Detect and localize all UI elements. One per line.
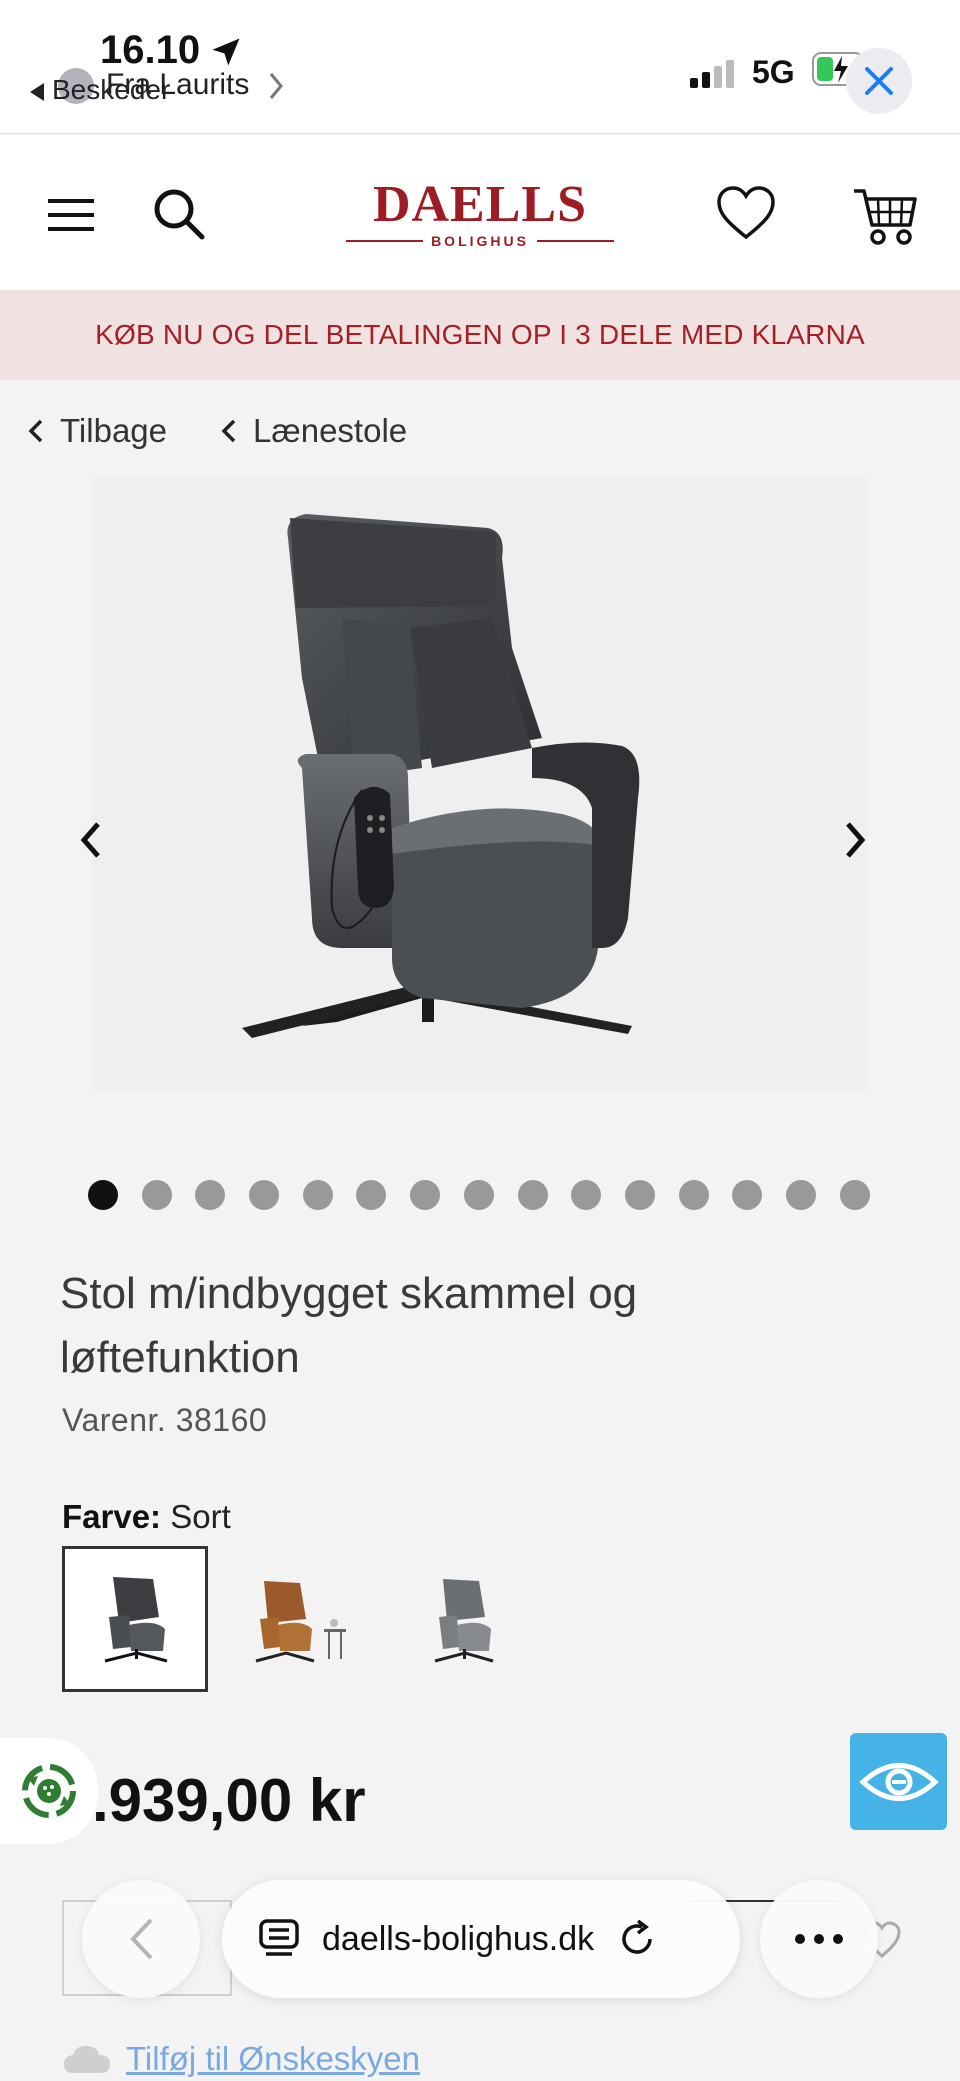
pagination-dot[interactable] <box>517 1180 548 1210</box>
pagination-dot[interactable] <box>195 1180 226 1210</box>
logo-wordmark: DAELLS <box>372 176 588 233</box>
chevron-left-icon <box>221 419 236 443</box>
color-swatch-graa[interactable] <box>390 1546 536 1692</box>
product-sku: Varenr. 38160 <box>62 1402 268 1438</box>
swatch-chair-black-image <box>104 1577 168 1663</box>
network-type: 5G <box>752 54 795 90</box>
pagination-dot[interactable] <box>88 1180 118 1210</box>
pagination-dot[interactable] <box>732 1180 763 1210</box>
color-swatch-cognac[interactable] <box>226 1546 372 1692</box>
swatch-chair-cognac-image <box>255 1581 346 1663</box>
browser-back-button[interactable] <box>82 1880 200 1998</box>
klarna-promo-banner[interactable]: KØB NU OG DEL BETALINGEN OP I 3 DELE MED… <box>0 290 960 380</box>
from-label[interactable]: Fra Laurits <box>106 68 249 102</box>
reload-icon[interactable] <box>616 1918 658 1960</box>
chevron-left-icon <box>130 1918 153 1960</box>
product-image[interactable] <box>92 478 868 1090</box>
eco-widget-button[interactable] <box>0 1738 98 1844</box>
pagination-dot[interactable] <box>410 1180 441 1210</box>
pagination-dot[interactable] <box>785 1180 816 1210</box>
wishlist-heart-icon[interactable] <box>716 185 776 241</box>
product-title: Stol m/indbygget skammel og løftefunktio… <box>60 1269 638 1382</box>
eye-icon <box>858 1762 939 1801</box>
breadcrumb-category[interactable]: Lænestole <box>221 412 407 450</box>
location-arrow-icon <box>212 38 240 66</box>
gallery-pagination <box>88 1180 870 1210</box>
more-options-button[interactable] <box>760 1880 878 1998</box>
pagination-dot[interactable] <box>839 1180 870 1210</box>
logo-subtitle: BOLIGHUS <box>431 233 529 249</box>
cart-icon[interactable] <box>852 183 918 249</box>
ellipsis-icon <box>795 1934 843 1944</box>
accessibility-button[interactable] <box>850 1733 947 1830</box>
pagination-dot[interactable] <box>678 1180 709 1210</box>
color-selector-label: Farve: Sort <box>62 1498 231 1535</box>
site-logo[interactable]: DAELLS BOLIGHUS <box>346 176 615 249</box>
gallery-prev-icon[interactable] <box>80 820 102 860</box>
recliner-chair-image <box>242 514 640 1038</box>
back-triangle-icon <box>30 82 44 101</box>
chevron-right-icon <box>269 73 283 99</box>
promo-text: KØB NU OG DEL BETALINGEN OP I 3 DELE MED… <box>95 319 865 350</box>
site-header: DAELLS BOLIGHUS <box>0 135 960 290</box>
pagination-dot[interactable] <box>624 1180 655 1210</box>
selected-color: Sort <box>170 1498 231 1535</box>
pagination-dot[interactable] <box>463 1180 494 1210</box>
breadcrumb-back[interactable]: Tilbage <box>28 412 167 450</box>
search-icon[interactable] <box>152 187 206 241</box>
pagination-dot[interactable] <box>356 1180 387 1210</box>
url-text: daells-bolighus.dk <box>322 1919 595 1958</box>
add-to-wishlist-link[interactable]: Tilføj til Ønskeskyen <box>62 2040 420 2078</box>
pagination-dot[interactable] <box>302 1180 333 1210</box>
signal-icon <box>690 60 734 88</box>
cloud-icon <box>64 2046 110 2073</box>
gallery-next-icon[interactable] <box>844 820 866 860</box>
recycle-leaf-icon <box>22 1764 76 1818</box>
address-bar[interactable]: daells-bolighus.dk <box>222 1880 740 1998</box>
pagination-dot[interactable] <box>141 1180 172 1210</box>
page-menu-icon[interactable] <box>258 1918 300 1960</box>
close-icon <box>865 67 893 95</box>
chevron-left-icon <box>28 419 43 443</box>
status-bar: 16.10 Beskeder Fra Laurits 5G <box>0 0 960 134</box>
clock: 16.10 <box>100 28 201 72</box>
color-swatch-sort[interactable] <box>62 1546 208 1692</box>
breadcrumb: Tilbage Lænestole <box>28 406 461 456</box>
pagination-dot[interactable] <box>571 1180 602 1210</box>
close-button[interactable] <box>846 48 912 114</box>
product-price: .939,00 kr <box>92 1767 366 1834</box>
menu-icon[interactable] <box>48 197 94 233</box>
pagination-dot[interactable] <box>249 1180 280 1210</box>
swatch-chair-grey-image <box>434 1579 494 1663</box>
